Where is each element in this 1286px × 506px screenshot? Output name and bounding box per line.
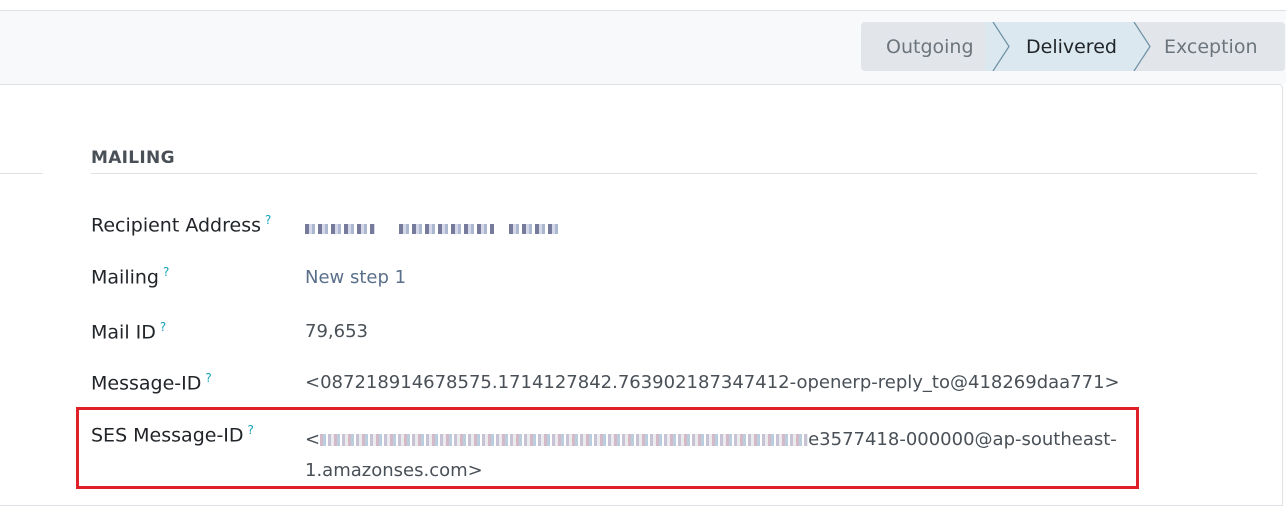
left-group-divider — [0, 173, 43, 174]
highlight-box — [76, 407, 1139, 489]
mailing-link[interactable]: New step 1 — [305, 267, 406, 288]
stage-separator-icon — [985, 22, 1010, 71]
section-divider — [91, 173, 1257, 174]
field-mailing: Mailing? — [91, 265, 169, 288]
redacted-email-part — [305, 224, 375, 234]
stage-outgoing[interactable]: Outgoing — [861, 22, 993, 71]
stage-exception-label: Exception — [1164, 35, 1258, 58]
help-icon[interactable]: ? — [205, 371, 211, 385]
field-mail-id: Mail ID? — [91, 320, 166, 343]
stage-outgoing-label: Outgoing — [886, 35, 974, 58]
field-recipient-address: Recipient Address? — [91, 213, 271, 236]
stage-exception[interactable]: Exception — [1136, 22, 1285, 71]
stage-delivered-label: Delivered — [1026, 35, 1117, 58]
help-icon[interactable]: ? — [160, 320, 166, 334]
section-title-mailing: MAILING — [91, 148, 175, 168]
mail-id-value: 79,653 — [305, 321, 368, 342]
message-id-label: Message-ID — [91, 372, 202, 395]
help-icon[interactable]: ? — [265, 213, 271, 227]
top-strip — [0, 0, 1286, 11]
message-id-value: <087218914678575.1714127842.763902187347… — [305, 372, 1120, 393]
mailing-label: Mailing — [91, 266, 159, 289]
stage-separator-icon — [1124, 22, 1151, 71]
recipient-address-label: Recipient Address — [91, 214, 261, 237]
status-pipeline: Outgoing Delivered Exception — [861, 22, 1285, 71]
mail-id-label: Mail ID — [91, 321, 156, 344]
redacted-email-part — [509, 224, 560, 234]
field-message-id: Message-ID? — [91, 371, 212, 394]
redacted-email-part — [398, 224, 494, 234]
recipient-address-value — [305, 218, 560, 239]
help-icon[interactable]: ? — [163, 265, 169, 279]
